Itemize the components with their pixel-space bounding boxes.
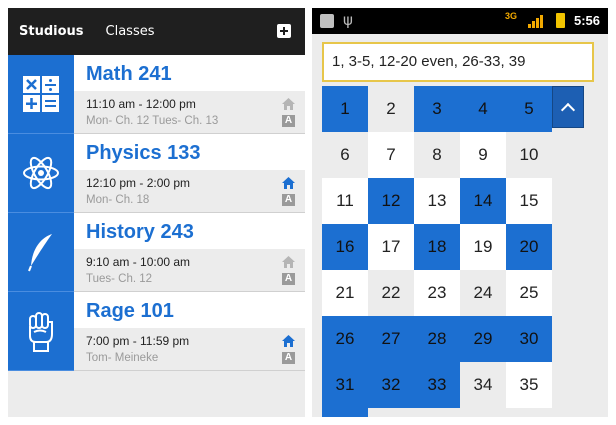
tab-classes[interactable]: Classes: [106, 24, 155, 39]
class-name: History 243: [74, 213, 305, 249]
number-cell-20[interactable]: 20: [506, 224, 552, 270]
class-time: 7:00 pm - 11:59 pm: [86, 334, 190, 348]
home-icon[interactable]: [282, 256, 295, 268]
number-cell-32[interactable]: 32: [368, 362, 414, 408]
status-clock: 5:56: [574, 13, 601, 28]
number-cell-17[interactable]: 17: [368, 224, 414, 270]
number-cell-2[interactable]: 2: [368, 86, 414, 132]
number-cell-4[interactable]: 4: [460, 86, 506, 132]
home-icon[interactable]: [282, 98, 295, 110]
partial-grid-cell: [322, 404, 368, 417]
number-cell-18[interactable]: 18: [414, 224, 460, 270]
number-cell-14[interactable]: 14: [460, 178, 506, 224]
number-cell-30[interactable]: 30: [506, 316, 552, 362]
number-cell-21[interactable]: 21: [322, 270, 368, 316]
number-cell-7[interactable]: 7: [368, 132, 414, 178]
tab-studious[interactable]: Studious: [19, 24, 84, 39]
class-item-rage[interactable]: Rage 101 7:00 pm - 11:59 pm Tom- Meineke…: [8, 292, 305, 371]
assignment-icon[interactable]: A: [282, 115, 295, 127]
number-cell-3[interactable]: 3: [414, 86, 460, 132]
class-item-math[interactable]: Math 241 11:10 am - 12:00 pm Mon- Ch. 12…: [8, 55, 305, 134]
number-cell-16[interactable]: 16: [322, 224, 368, 270]
number-cell-13[interactable]: 13: [414, 178, 460, 224]
home-icon[interactable]: [282, 335, 295, 347]
math-operators-icon: [8, 55, 74, 134]
battery-icon: [556, 13, 565, 28]
class-note: Mon- Ch. 12 Tues- Ch. 13: [86, 115, 219, 127]
number-cell-23[interactable]: 23: [414, 270, 460, 316]
add-class-button[interactable]: [277, 24, 291, 38]
chevron-up-icon: [560, 102, 576, 117]
network-type: 3G: [505, 11, 518, 21]
number-cell-12[interactable]: 12: [368, 178, 414, 224]
class-name: Math 241: [74, 55, 305, 91]
number-cell-19[interactable]: 19: [460, 224, 506, 270]
number-cell-9[interactable]: 9: [460, 132, 506, 178]
number-cell-31[interactable]: 31: [322, 362, 368, 408]
class-time: 12:10 pm - 2:00 pm: [86, 176, 191, 190]
assignment-icon[interactable]: A: [282, 273, 295, 285]
class-name: Rage 101: [74, 292, 305, 328]
number-cell-35[interactable]: 35: [506, 362, 552, 408]
usb-icon: ψ: [343, 11, 353, 29]
problem-picker-app: ψ 3G 5:56 1, 3-5, 12-20 even, 26-33, 39 …: [312, 8, 608, 417]
raised-fist-icon: [8, 292, 74, 371]
app-top-bar: Studious Classes: [8, 8, 305, 55]
number-cell-25[interactable]: 25: [506, 270, 552, 316]
number-cell-5[interactable]: 5: [506, 86, 552, 132]
number-cell-29[interactable]: 29: [460, 316, 506, 362]
screenshot-root: Studious Classes Math 241 11:10 am - 12:…: [0, 0, 616, 425]
atom-icon: [8, 134, 74, 213]
number-cell-1[interactable]: 1: [322, 86, 368, 132]
checkbox-notification-icon: [320, 14, 334, 28]
number-cell-22[interactable]: 22: [368, 270, 414, 316]
assignment-icon[interactable]: A: [282, 194, 295, 206]
number-cell-6[interactable]: 6: [322, 132, 368, 178]
class-item-physics[interactable]: Physics 133 12:10 pm - 2:00 pm Mon- Ch. …: [8, 134, 305, 213]
class-note: Tom- Meineke: [86, 352, 159, 364]
home-icon[interactable]: [282, 177, 295, 189]
android-status-bar: ψ 3G 5:56: [312, 8, 608, 34]
number-cell-28[interactable]: 28: [414, 316, 460, 362]
number-cell-24[interactable]: 24: [460, 270, 506, 316]
number-cell-33[interactable]: 33: [414, 362, 460, 408]
assignment-icon[interactable]: A: [282, 352, 295, 364]
number-cell-8[interactable]: 8: [414, 132, 460, 178]
signal-bars-icon: [528, 15, 543, 28]
number-cell-15[interactable]: 15: [506, 178, 552, 224]
number-cell-10[interactable]: 10: [506, 132, 552, 178]
feather-quill-icon: [8, 213, 74, 292]
number-cell-27[interactable]: 27: [368, 316, 414, 362]
problem-range-input[interactable]: 1, 3-5, 12-20 even, 26-33, 39: [322, 42, 594, 82]
class-time: 9:10 am - 10:00 am: [86, 255, 191, 269]
studious-app: Studious Classes Math 241 11:10 am - 12:…: [8, 8, 305, 417]
number-cell-26[interactable]: 26: [322, 316, 368, 362]
class-note: Mon- Ch. 18: [86, 194, 150, 206]
class-time: 11:10 am - 12:00 pm: [86, 97, 196, 111]
number-cell-11[interactable]: 11: [322, 178, 368, 224]
collapse-button[interactable]: [552, 86, 584, 128]
class-name: Physics 133: [74, 134, 305, 170]
class-item-history[interactable]: History 243 9:10 am - 10:00 am Tues- Ch.…: [8, 213, 305, 292]
class-note: Tues- Ch. 12: [86, 273, 153, 285]
number-cell-34[interactable]: 34: [460, 362, 506, 408]
